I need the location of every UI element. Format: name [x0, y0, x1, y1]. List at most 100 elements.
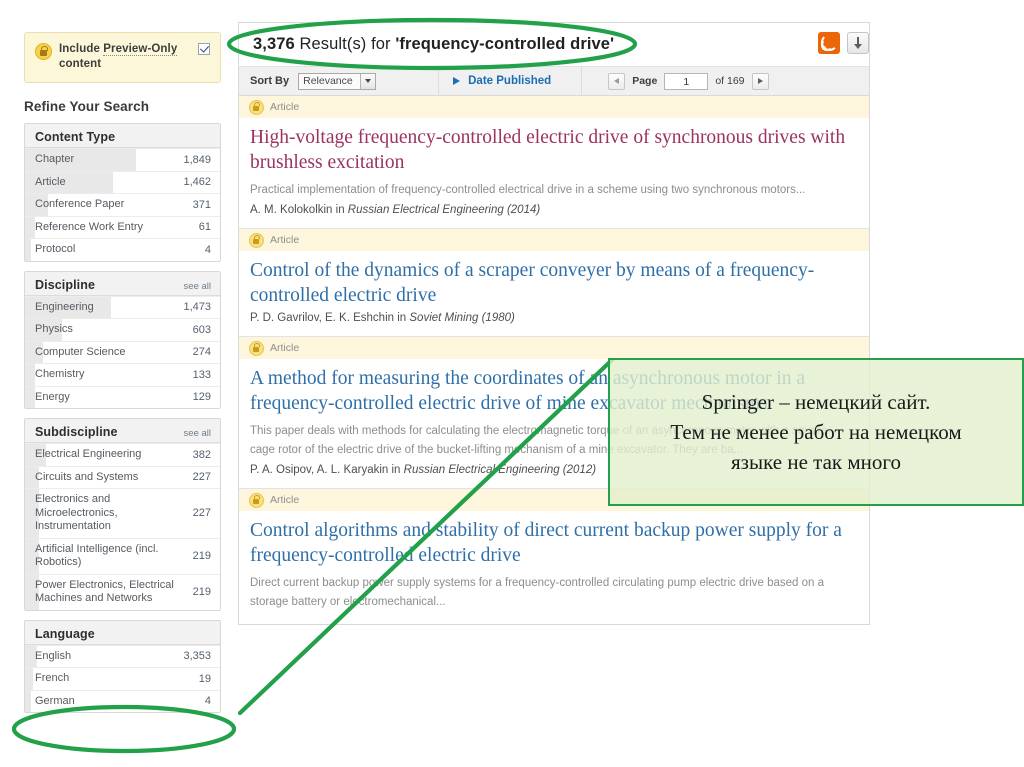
result-author-names: P. A. Osipov, A. L. Karyakin in	[250, 464, 404, 476]
result-badge: Article	[239, 96, 869, 118]
results-main: 3,376 Result(s) for 'frequency-controlle…	[238, 22, 870, 625]
sort-date-published-button[interactable]: Date Published	[439, 75, 551, 87]
facet-row-count: 371	[192, 198, 211, 211]
facet-row[interactable]: Protocol 4	[25, 238, 220, 261]
facet-content-type: Content Type Chapter 1,849 Article 1,462 Conf…	[24, 123, 221, 262]
facet-row[interactable]: Artificial Intelligence (incl. Robotics)…	[25, 537, 220, 574]
page-total-label: of 169	[715, 75, 745, 87]
sort-toolbar: Sort By Relevance Date Published Page 1 …	[238, 66, 870, 96]
search-results-page: Include Preview-Only content Refine Your…	[0, 0, 1024, 767]
facet-row[interactable]: French 19	[25, 667, 220, 690]
result-author-names: A. M. Kolokolkin in	[250, 204, 348, 216]
facet-list: Content Type Chapter 1,849 Article 1,462 Conf…	[24, 123, 221, 713]
facet-see-all-link[interactable]: see all	[184, 281, 211, 292]
header-actions	[818, 32, 869, 54]
facet-row[interactable]: Physics 603	[25, 318, 220, 341]
page-input[interactable]: 1	[664, 72, 709, 90]
facet-row[interactable]: Energy 129	[25, 385, 220, 408]
next-page-button[interactable]	[751, 72, 769, 90]
facet-row[interactable]: German 4	[25, 689, 220, 712]
result-title-link[interactable]: Control of the dynamics of a scraper con…	[239, 251, 869, 308]
facet-row-label: Power Electronics, Electrical Machines a…	[35, 578, 174, 605]
date-published-label: Date Published	[468, 75, 552, 87]
facet-see-all-link[interactable]: see all	[184, 428, 211, 439]
facet-row[interactable]: Reference Work Entry 61	[25, 215, 220, 238]
preview-label-dotted: Preview-Only	[103, 43, 178, 56]
result-item: Article Control algorithms and stability …	[239, 489, 869, 624]
result-snippet: Practical implementation of frequency-co…	[250, 184, 806, 196]
result-type-label: Article	[270, 101, 300, 113]
facet-row-count: 274	[192, 346, 211, 359]
facet-row[interactable]: Article 1,462	[25, 170, 220, 193]
facet-row-count: 133	[192, 368, 211, 381]
facet-row-label: Reference Work Entry	[35, 220, 144, 233]
facet-header: Content Type	[25, 124, 220, 148]
lock-icon	[249, 340, 264, 356]
result-snippet: Direct current backup power supply syste…	[250, 577, 824, 608]
facet-row-count: 1,462	[183, 176, 211, 189]
results-query: 'frequency-controlled drive'	[395, 35, 615, 53]
facet-header: Subdiscipline see all	[25, 419, 220, 443]
facet-row[interactable]: Electrical Engineering 382	[25, 443, 220, 466]
facet-row[interactable]: Computer Science 274	[25, 340, 220, 363]
include-preview-only-box[interactable]: Include Preview-Only content	[24, 32, 221, 83]
facet-row-label: Protocol	[35, 243, 76, 255]
result-author-names: P. D. Gavrilov, E. K. Eshchin in	[250, 312, 410, 324]
result-title-link[interactable]: Control algorithms and stability of dire…	[239, 511, 869, 568]
facet-row-count: 227	[192, 507, 211, 520]
facet-bar-fill	[25, 386, 35, 408]
facet-row-count: 4	[204, 243, 211, 256]
facet-header: Language	[25, 620, 220, 645]
facet-row-count: 19	[198, 672, 211, 685]
results-header: 3,376 Result(s) for 'frequency-controlle…	[238, 22, 870, 66]
facet-row-label: Circuits and Systems	[35, 470, 139, 483]
facet-row-label: Physics	[35, 323, 73, 335]
facet-title: Language	[35, 626, 95, 641]
result-journal: Russian Electrical Engineering (2014)	[347, 204, 541, 216]
facet-row[interactable]: Chapter 1,849	[25, 148, 220, 171]
facet-row[interactable]: Power Electronics, Electrical Machines a…	[25, 573, 220, 610]
sort-select[interactable]: Relevance	[298, 72, 377, 90]
rss-icon[interactable]	[818, 32, 840, 54]
facet-row-label: Engineering	[35, 300, 94, 313]
results-label: Result(s) for	[294, 35, 396, 53]
lock-icon	[35, 43, 52, 60]
page-label: Page	[632, 75, 658, 87]
lock-icon	[249, 99, 264, 115]
facet-row-label: Chemistry	[35, 368, 85, 380]
facet-row-label: Artificial Intelligence (incl. Robotics)	[35, 542, 159, 569]
facet-row[interactable]: Circuits and Systems 227	[25, 465, 220, 488]
facet-row-count: 4	[204, 695, 211, 708]
result-title-link[interactable]: High-voltage frequency-controlled electr…	[239, 118, 869, 175]
include-preview-only-label: Include Preview-Only content	[59, 42, 210, 72]
result-type-label: Article	[270, 234, 300, 246]
facet-header: Discipline see all	[25, 271, 220, 296]
facet-title: Discipline	[35, 277, 96, 292]
facet-row-count: 1,849	[183, 153, 211, 166]
facet-row[interactable]: Conference Paper 371	[25, 193, 220, 216]
sort-select-value: Relevance	[303, 75, 353, 87]
facet-row[interactable]: Chemistry 133	[25, 363, 220, 386]
lock-icon	[249, 492, 264, 508]
facet-row[interactable]: English 3,353	[25, 644, 220, 667]
sort-by-label: Sort By	[250, 75, 290, 87]
facet-row[interactable]: Electronics and Microelectronics, Instru…	[25, 488, 220, 538]
facet-bar-fill	[25, 239, 31, 261]
facet-row-label: Energy	[35, 390, 70, 403]
facet-title: Subdiscipline	[35, 425, 118, 439]
facet-row-label: Electronics and Microelectronics, Instru…	[35, 493, 118, 532]
facet-bar-fill	[25, 216, 35, 238]
result-title-link[interactable]: A method for measuring the coordinates o…	[239, 359, 869, 416]
include-preview-only-checkbox[interactable]	[198, 43, 210, 55]
result-authors: P. A. Osipov, A. L. Karyakin in Russian …	[239, 460, 869, 476]
preview-label-suffix: content	[59, 58, 102, 70]
facet-row[interactable]: Engineering 1,473	[25, 295, 220, 318]
facet-row-label: English	[35, 649, 72, 662]
result-item: Article A method for measuring the coordi…	[239, 337, 869, 489]
download-icon[interactable]	[847, 32, 869, 54]
result-item: Article Control of the dynamics of a scra…	[239, 229, 869, 337]
result-item: Article High-voltage frequency-controlled…	[239, 96, 869, 229]
prev-page-button[interactable]	[608, 72, 626, 90]
facet-row-label: Computer Science	[35, 345, 126, 358]
facet-discipline: Discipline see all Engineering 1,473 Physics…	[24, 270, 221, 409]
